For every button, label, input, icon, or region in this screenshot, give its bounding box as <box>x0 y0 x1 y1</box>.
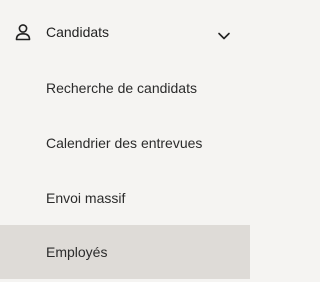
section-candidats[interactable]: Candidats <box>0 5 250 59</box>
sidebar-nav: Candidats Recherche de candidats Calendr… <box>0 0 250 282</box>
nav-item-label: Employés <box>46 244 108 260</box>
nav-item-employes[interactable]: Employés <box>0 225 250 279</box>
nav-item-recherche-de-candidats[interactable]: Recherche de candidats <box>0 61 250 115</box>
nav-item-calendrier-des-entrevues[interactable]: Calendrier des entrevues <box>0 116 250 170</box>
nav-item-label: Recherche de candidats <box>46 80 197 96</box>
person-icon <box>14 23 32 41</box>
nav-item-label: Calendrier des entrevues <box>46 135 203 151</box>
nav-item-envoi-massif[interactable]: Envoi massif <box>0 171 250 225</box>
section-label: Candidats <box>46 24 110 40</box>
chevron-down-icon[interactable] <box>217 28 231 40</box>
nav-item-label: Envoi massif <box>46 190 126 206</box>
